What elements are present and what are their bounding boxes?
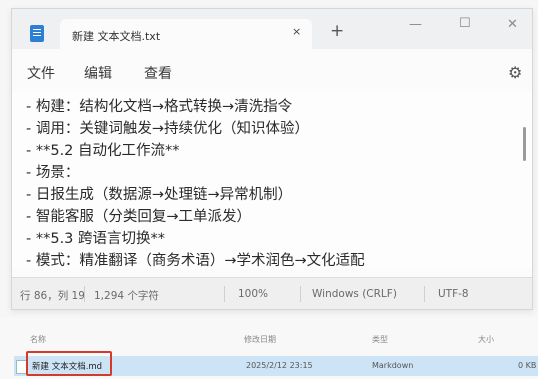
editor-line: - 场景： (26, 165, 80, 181)
file-type: Markdown (372, 361, 414, 370)
status-position: 行 86，列 19 (20, 290, 85, 302)
vertical-scrollbar[interactable] (523, 127, 526, 161)
minimize-button[interactable]: — (409, 17, 422, 32)
status-encoding[interactable]: UTF-8 (438, 288, 469, 300)
status-char-count: 1,294 个字符 (94, 290, 159, 302)
editor-line: - 日报生成（数据源→处理链→异常机制） (26, 187, 293, 203)
menu-file[interactable]: 文件 (27, 63, 55, 83)
status-bar: 行 86，列 19 1,294 个字符 100% Windows (CRLF) … (12, 277, 532, 309)
menu-bar: 文件 编辑 查看 ⚙ (12, 49, 532, 91)
new-tab-button[interactable]: + (330, 23, 344, 40)
menu-view[interactable]: 查看 (144, 63, 172, 83)
file-explorer-list: 名称 修改日期 类型 大小 新建 文本文档.md 2025/2/12 23:15… (0, 318, 538, 379)
maximize-button[interactable]: ☐ (459, 16, 471, 31)
column-header-date[interactable]: 修改日期 (244, 334, 276, 345)
title-bar: 新建 文本文档.txt × + — ☐ ✕ (12, 9, 532, 49)
menu-edit[interactable]: 编辑 (84, 63, 112, 83)
status-zoom[interactable]: 100% (238, 288, 268, 300)
tab-document[interactable]: 新建 文本文档.txt × (60, 19, 312, 49)
tab-title: 新建 文本文档.txt (72, 30, 161, 43)
red-annotation-box (26, 351, 112, 376)
close-button[interactable]: ✕ (507, 17, 518, 32)
text-editor[interactable]: - 构建：结构化文档→格式转换→清洗指令 - 调用：关键词触发→持续优化（知识体… (12, 91, 532, 269)
editor-line: - 模式：精准翻译（商务术语）→学术润色→文化适配 (26, 253, 365, 269)
status-divider (300, 286, 301, 302)
editor-line: - **5.3 跨语言切换** (26, 231, 166, 247)
notepad-window: 新建 文本文档.txt × + — ☐ ✕ 文件 编辑 查看 ⚙ - 构建：结构… (11, 8, 533, 310)
status-divider (424, 286, 425, 302)
column-header-name[interactable]: 名称 (30, 334, 46, 345)
file-modified-date: 2025/2/12 23:15 (246, 361, 313, 370)
column-header-size[interactable]: 大小 (478, 334, 494, 345)
editor-line: - **5.2 自动化工作流** (26, 143, 180, 159)
file-size: 0 KB (518, 361, 537, 370)
editor-line: - 构建：结构化文档→格式转换→清洗指令 (26, 99, 293, 115)
status-divider (224, 286, 225, 302)
tab-close-icon[interactable]: × (292, 25, 301, 38)
status-divider (84, 286, 85, 302)
screen: 新建 文本文档.txt × + — ☐ ✕ 文件 编辑 查看 ⚙ - 构建：结构… (0, 0, 538, 379)
editor-line: - 智能客服（分类回复→工单派发） (26, 209, 251, 225)
editor-line: - 调用：关键词触发→持续优化（知识体验） (26, 121, 309, 137)
notepad-app-icon (30, 25, 44, 42)
gear-icon[interactable]: ⚙ (508, 63, 522, 82)
column-header-type[interactable]: 类型 (372, 334, 388, 345)
status-line-ending[interactable]: Windows (CRLF) (312, 288, 397, 300)
